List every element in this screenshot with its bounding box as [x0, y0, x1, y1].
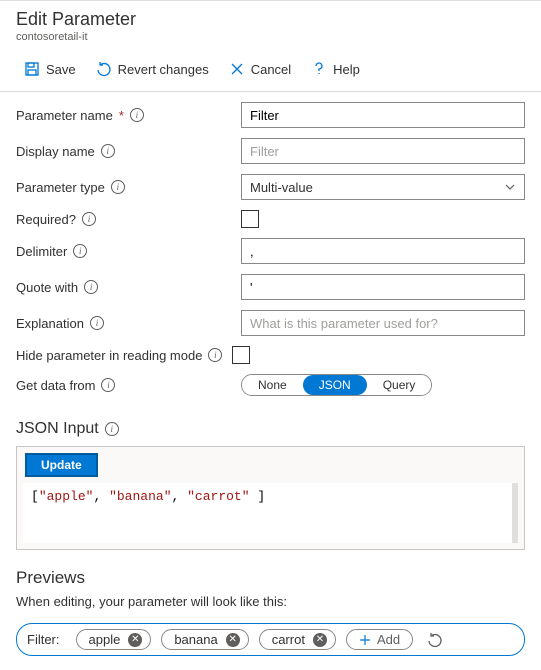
json-input-box: Update ["apple", "banana", "carrot" ]	[16, 446, 525, 550]
info-icon[interactable]: i	[73, 244, 87, 258]
json-value: "apple"	[39, 489, 94, 504]
save-icon	[24, 61, 40, 77]
explanation-label: Explanation	[16, 316, 84, 331]
page-title: Edit Parameter	[16, 9, 525, 30]
seg-none[interactable]: None	[242, 375, 303, 395]
plus-icon	[359, 634, 371, 646]
filter-chip[interactable]: carrot ✕	[259, 629, 336, 650]
filter-chip[interactable]: apple ✕	[76, 629, 152, 650]
help-button[interactable]: Help	[303, 57, 368, 81]
delimiter-label: Delimiter	[16, 244, 67, 259]
required-checkbox[interactable]	[241, 210, 259, 228]
required-label: Required?	[16, 212, 76, 227]
filter-chip[interactable]: banana ✕	[161, 629, 248, 650]
explanation-input[interactable]	[241, 310, 525, 336]
hide-label: Hide parameter in reading mode	[16, 348, 202, 363]
update-button[interactable]: Update	[25, 453, 98, 477]
revert-button[interactable]: Revert changes	[88, 57, 217, 81]
seg-query[interactable]: Query	[367, 375, 432, 395]
info-icon[interactable]: i	[84, 280, 98, 294]
seg-json[interactable]: JSON	[303, 375, 367, 395]
json-section-title: JSON Input i	[0, 406, 541, 446]
json-editor[interactable]: ["apple", "banana", "carrot" ]	[23, 483, 518, 543]
info-icon[interactable]: i	[130, 108, 144, 122]
close-icon	[229, 61, 245, 77]
help-icon	[311, 61, 327, 77]
delimiter-input[interactable]	[241, 238, 525, 264]
info-icon[interactable]: i	[101, 144, 115, 158]
info-icon[interactable]: i	[105, 422, 119, 436]
undo-icon	[96, 61, 112, 77]
info-icon[interactable]: i	[82, 212, 96, 226]
info-icon[interactable]: i	[90, 316, 104, 330]
param-type-select[interactable]: Multi-value	[241, 174, 525, 200]
info-icon[interactable]: i	[208, 348, 222, 362]
undo-icon[interactable]	[427, 632, 443, 648]
required-asterisk: *	[119, 108, 124, 123]
display-name-input[interactable]	[241, 138, 525, 164]
param-name-label: Parameter name	[16, 108, 113, 123]
page-subtitle: contosoretail-it	[16, 31, 525, 43]
param-type-label: Parameter type	[16, 180, 105, 195]
remove-chip-icon[interactable]: ✕	[128, 633, 142, 647]
getdata-segmented: None JSON Query	[241, 374, 432, 396]
previews-desc: When editing, your parameter will look l…	[0, 594, 541, 623]
form: Parameter name * i Display name i Parame…	[0, 92, 541, 396]
page-header: Edit Parameter contosoretail-it	[0, 0, 541, 47]
remove-chip-icon[interactable]: ✕	[313, 633, 327, 647]
cancel-button[interactable]: Cancel	[221, 57, 299, 81]
quote-label: Quote with	[16, 280, 78, 295]
quote-input[interactable]	[241, 274, 525, 300]
info-icon[interactable]: i	[111, 180, 125, 194]
json-value: "carrot"	[187, 489, 249, 504]
add-chip-button[interactable]: Add	[346, 629, 413, 650]
getdata-label: Get data from	[16, 378, 95, 393]
filter-label: Filter:	[27, 632, 60, 647]
hide-checkbox[interactable]	[232, 346, 250, 364]
remove-chip-icon[interactable]: ✕	[226, 633, 240, 647]
save-button[interactable]: Save	[16, 57, 84, 81]
previews-title: Previews	[0, 550, 541, 594]
json-value: "banana"	[109, 489, 171, 504]
preview-row: Filter: apple ✕ banana ✕ carrot ✕ Add	[16, 623, 525, 656]
info-icon[interactable]: i	[101, 378, 115, 392]
param-name-input[interactable]	[241, 102, 525, 128]
toolbar: Save Revert changes Cancel Help	[0, 47, 541, 92]
display-name-label: Display name	[16, 144, 95, 159]
chevron-down-icon	[504, 181, 516, 193]
